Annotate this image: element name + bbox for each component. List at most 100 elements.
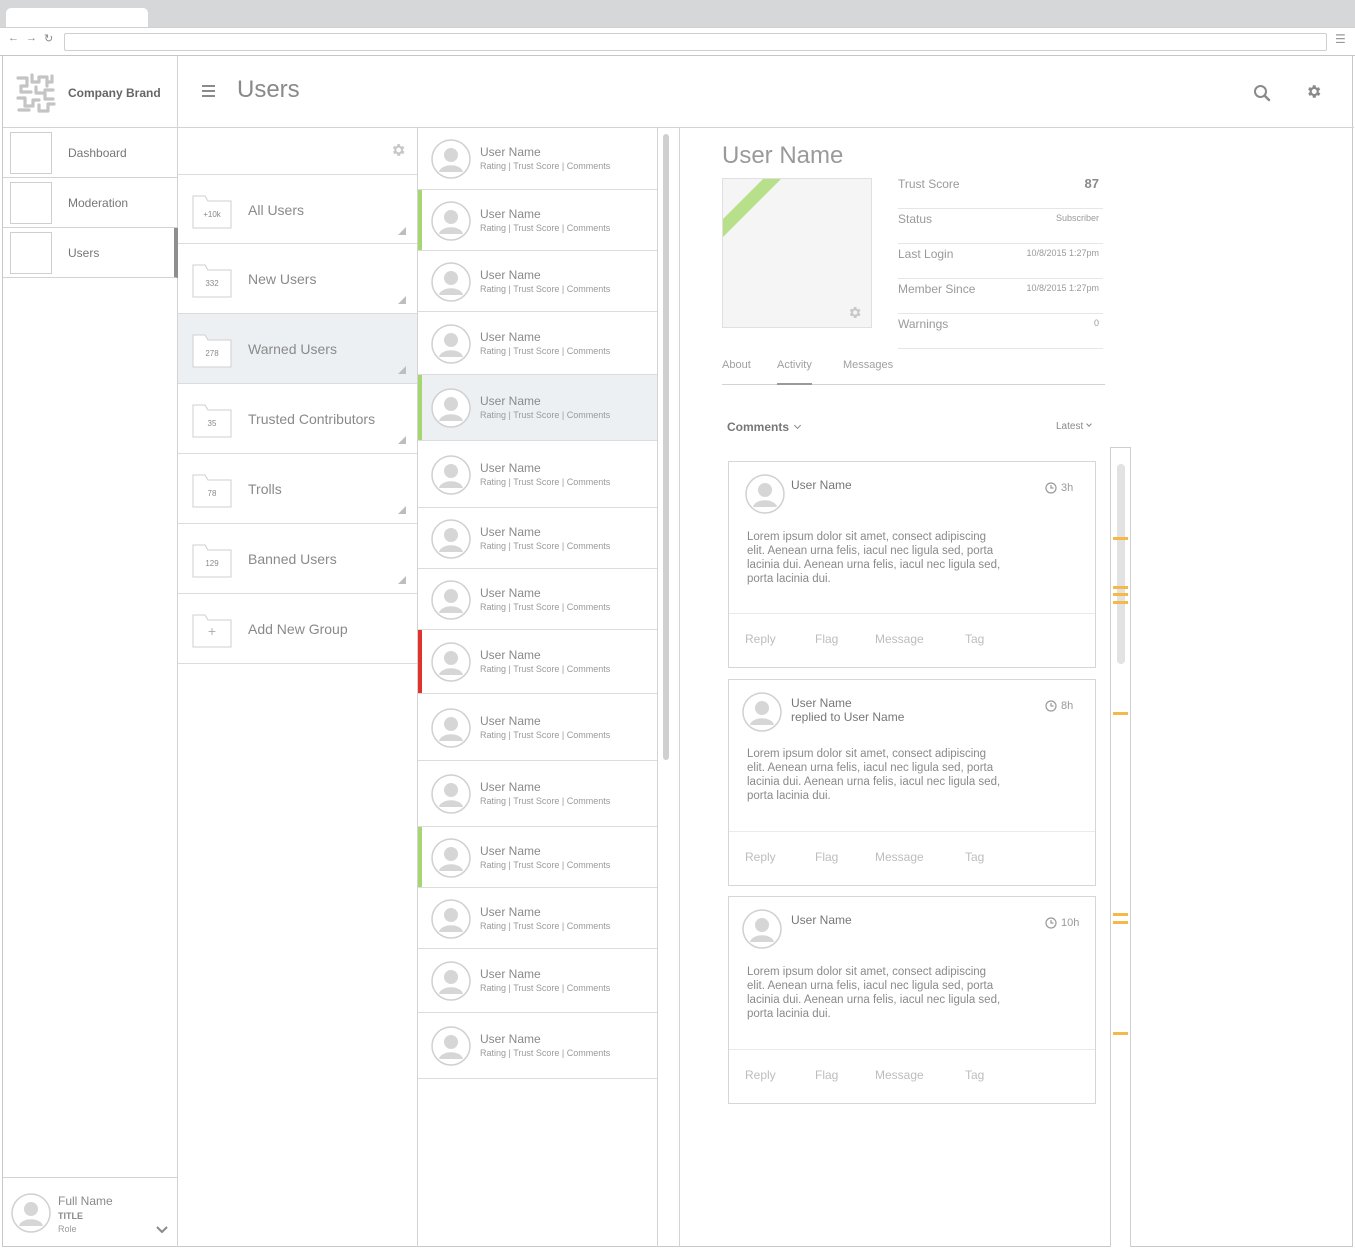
group-item[interactable]: 129 Banned Users [178, 524, 417, 594]
timeline-marker[interactable] [1113, 586, 1128, 589]
user-name: User Name [480, 905, 541, 919]
timeline-marker[interactable] [1113, 1032, 1128, 1035]
comment-action-flag[interactable]: Flag [815, 850, 838, 864]
user-name: User Name [480, 1032, 541, 1046]
user-name: User Name [480, 648, 541, 662]
user-name: User Name [480, 394, 541, 408]
user-row[interactable]: User Name Rating | Trust Score | Comment… [418, 630, 657, 694]
group-item[interactable]: +10k All Users [178, 174, 417, 244]
tab-about[interactable]: About [722, 359, 751, 383]
group-label: Add New Group [248, 621, 348, 637]
user-row[interactable]: User Name Rating | Trust Score | Comment… [418, 375, 657, 441]
comment-author[interactable]: User Name [791, 696, 852, 710]
activity-timeline[interactable] [1110, 447, 1131, 1247]
group-count: 278 [205, 349, 219, 358]
user-row[interactable]: User Name Rating | Trust Score | Comment… [418, 190, 657, 251]
user-row[interactable]: User Name Rating | Trust Score | Comment… [418, 1013, 657, 1079]
corner-indicator-icon [398, 227, 406, 235]
comment-action-message[interactable]: Message [875, 632, 924, 646]
hamburger-icon[interactable] [202, 85, 215, 97]
nav-label: Dashboard [68, 146, 127, 160]
group-item[interactable]: 78 Trolls [178, 454, 417, 524]
nav-item-moderation[interactable]: Moderation [3, 178, 178, 228]
corner-indicator-icon [398, 576, 406, 584]
avatar [431, 1026, 471, 1066]
browser-menu-icon[interactable]: ☰ [1335, 32, 1346, 46]
user-photo [722, 178, 872, 328]
timeline-scroll-thumb[interactable] [1117, 464, 1125, 664]
timeline-marker[interactable] [1113, 712, 1128, 715]
app-window: Company Brand Dashboard Moderation Users… [2, 56, 1354, 1247]
tab-messages[interactable]: Messages [843, 359, 893, 383]
comment-action-reply[interactable]: Reply [745, 850, 776, 864]
user-list-scrollbar-thumb[interactable] [663, 134, 669, 760]
comment-action-message[interactable]: Message [875, 1068, 924, 1082]
user-row[interactable]: User Name Rating | Trust Score | Comment… [418, 312, 657, 375]
user-row[interactable]: User Name Rating | Trust Score | Comment… [418, 949, 657, 1013]
nav-item-dashboard[interactable]: Dashboard [3, 128, 178, 178]
comments-filter-dropdown[interactable]: Comments [727, 420, 802, 434]
status-flag [418, 375, 422, 440]
brand[interactable]: Company Brand [3, 56, 178, 128]
avatar [431, 201, 471, 241]
browser-tab[interactable] [6, 8, 148, 28]
user-name: User Name [480, 714, 541, 728]
comment-action-reply[interactable]: Reply [745, 1068, 776, 1082]
user-row[interactable]: User Name Rating | Trust Score | Comment… [418, 251, 657, 312]
group-item[interactable]: 278 Warned Users [178, 314, 417, 384]
gear-icon[interactable] [1305, 83, 1322, 100]
group-item[interactable]: + Add New Group [178, 594, 417, 664]
reload-icon[interactable]: ↻ [44, 32, 53, 45]
gear-icon[interactable] [847, 305, 862, 320]
back-icon[interactable]: ← [8, 32, 19, 44]
group-count: +10k [203, 210, 221, 219]
brand-logo-icon [15, 72, 57, 114]
stat-row: Status Subscriber [898, 209, 1103, 244]
status-flag [418, 190, 422, 250]
chevron-down-icon[interactable] [155, 1225, 169, 1235]
group-item[interactable]: 35 Trusted Contributors [178, 384, 417, 454]
current-user-profile[interactable]: Full Name TITLE Role [3, 1177, 178, 1247]
tab-activity[interactable]: Activity [777, 359, 812, 385]
address-bar[interactable] [64, 33, 1327, 51]
browser-toolbar: ← → ↻ ☰ [0, 27, 1355, 55]
comment-action-flag[interactable]: Flag [815, 1068, 838, 1082]
sort-dropdown[interactable]: Latest [1056, 421, 1093, 432]
user-row[interactable]: User Name Rating | Trust Score | Comment… [418, 441, 657, 508]
user-row[interactable]: User Name Rating | Trust Score | Comment… [418, 569, 657, 630]
comment-action-tag[interactable]: Tag [965, 1068, 984, 1082]
comment-author[interactable]: User Name [791, 913, 852, 927]
timeline-marker[interactable] [1113, 537, 1128, 540]
comment-body: Lorem ipsum dolor sit amet, consect adip… [747, 966, 1001, 1020]
user-row[interactable]: User Name Rating | Trust Score | Comment… [418, 128, 657, 190]
group-item[interactable]: 332 New Users [178, 244, 417, 314]
nav-item-users[interactable]: Users [3, 228, 178, 278]
timeline-marker[interactable] [1113, 921, 1128, 924]
user-row[interactable]: User Name Rating | Trust Score | Comment… [418, 694, 657, 761]
avatar [431, 580, 471, 620]
user-row[interactable]: User Name Rating | Trust Score | Comment… [418, 888, 657, 949]
comment-action-reply[interactable]: Reply [745, 632, 776, 646]
avatar [11, 1193, 51, 1233]
timeline-marker[interactable] [1113, 593, 1128, 596]
comment-action-message[interactable]: Message [875, 850, 924, 864]
forward-icon[interactable]: → [26, 32, 37, 44]
timeline-marker[interactable] [1113, 601, 1128, 604]
comment-action-tag[interactable]: Tag [965, 632, 984, 646]
comment-action-flag[interactable]: Flag [815, 632, 838, 646]
clock-icon [1045, 700, 1057, 712]
gear-icon[interactable] [390, 142, 406, 158]
user-row[interactable]: User Name Rating | Trust Score | Comment… [418, 508, 657, 569]
comment-action-tag[interactable]: Tag [965, 850, 984, 864]
user-row[interactable]: User Name Rating | Trust Score | Comment… [418, 761, 657, 827]
stat-label: Member Since [898, 282, 976, 296]
user-meta: Rating | Trust Score | Comments [480, 410, 611, 420]
comment-author[interactable]: User Name [791, 478, 852, 492]
avatar [745, 474, 785, 514]
search-icon[interactable] [1253, 84, 1271, 102]
user-name: User Name [480, 461, 541, 475]
timeline-marker[interactable] [1113, 913, 1128, 916]
corner-indicator-icon [398, 506, 406, 514]
browser-chrome: ← → ↻ ☰ [0, 0, 1355, 56]
user-row[interactable]: User Name Rating | Trust Score | Comment… [418, 827, 657, 888]
